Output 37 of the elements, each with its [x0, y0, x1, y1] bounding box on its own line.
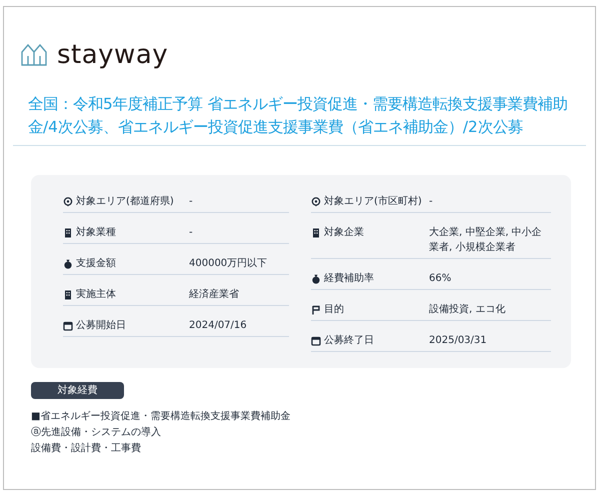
expense-text: ■省エネルギー投資促進・需要構造転換支援事業費補助金: [31, 410, 292, 424]
field-label: 公募終了日: [324, 334, 374, 348]
field-value: -: [429, 195, 434, 209]
field-label: 対象業種: [76, 226, 116, 240]
field-label: 公募開始日: [76, 319, 126, 333]
field-value: 400000万円以下: [189, 256, 268, 271]
field-value: -: [189, 195, 194, 209]
field-value: 経済産業省: [189, 288, 240, 302]
field-label: 対象企業: [324, 226, 364, 240]
field-label: 対象エリア(都道府県): [76, 195, 174, 209]
field-value: 66%: [429, 272, 452, 286]
location-pin-icon: [63, 197, 73, 207]
field-value: -: [189, 226, 194, 240]
building-icon: [63, 290, 73, 300]
field-label: 実施主体: [76, 288, 116, 302]
building-icon: [63, 228, 73, 238]
flag-icon: [311, 305, 321, 315]
expense-text: 設備費・設計費・工事費: [31, 442, 142, 456]
building-icon: [311, 228, 321, 238]
money-bag-icon: [311, 274, 321, 284]
calendar-icon: [311, 336, 321, 346]
field-value: 2025/03/31: [429, 334, 488, 348]
field-label: 経費補助率: [324, 272, 374, 286]
calendar-icon: [63, 321, 73, 331]
field-label: 支援金額: [76, 257, 116, 271]
logo-text: stayway: [57, 40, 168, 70]
house-logo-icon: [21, 44, 47, 66]
category-badge: 対象経費: [31, 382, 124, 399]
expense-text: ⓐ先進設備・システムの導入: [31, 426, 162, 440]
field-value: 2024/07/16: [189, 319, 248, 333]
location-pin-icon: [311, 197, 321, 207]
field-label: 目的: [324, 303, 344, 317]
field-value: 設備投資, エコ化: [429, 302, 506, 317]
field-value: 大企業, 中堅企業, 中小企業者, 小規模企業者: [429, 226, 543, 255]
money-bag-icon: [63, 259, 73, 269]
field-label: 対象エリア(市区町村): [324, 195, 422, 209]
page-title: 全国：令和5年度補正予算 省エネルギー投資促進・需要構造転換支援事業費補助金/4次公募、省エネルギー投資促進支援事業費（省エネ補助金）/2次公募: [13, 93, 586, 146]
